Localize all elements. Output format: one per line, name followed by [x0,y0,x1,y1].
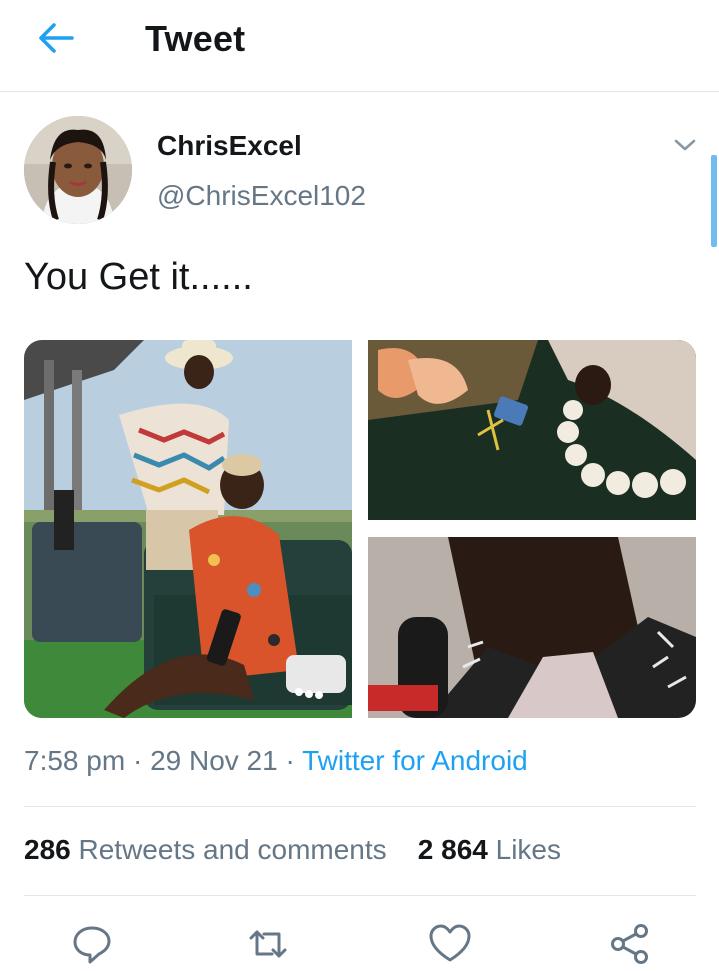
retweets-label: Retweets and comments [78,834,387,865]
retweets-count: 286 [24,834,71,865]
tweet-photo-1[interactable] [24,340,352,718]
chevron-down-icon [674,139,696,151]
retweets-stat[interactable]: 286 Retweets and comments [24,834,394,865]
tweet-photo-2[interactable] [368,340,696,520]
divider [24,806,696,807]
likes-stat[interactable]: 2 864 Likes [418,834,561,865]
tweet-source-link[interactable]: Twitter for Android [302,745,528,776]
reply-icon [73,926,111,964]
reply-button[interactable] [70,922,114,966]
divider [24,895,696,896]
retweet-button[interactable] [246,922,290,966]
likes-label: Likes [495,834,561,865]
tweet-meta: 7:58 pm · 29 Nov 21 · Twitter for Androi… [24,745,528,777]
back-button[interactable] [32,18,80,58]
avatar[interactable] [24,116,132,224]
more-options-button[interactable] [672,134,698,156]
tweet-photo-3[interactable] [368,537,696,718]
page-title: Tweet [145,18,246,59]
author-handle[interactable]: @ChrisExcel102 [157,180,366,212]
app-header: Tweet [0,0,719,92]
scrollbar[interactable] [711,155,717,247]
retweet-icon [249,930,287,958]
meta-separator: · [285,745,295,776]
likes-count: 2 864 [417,834,488,865]
share-button[interactable] [608,922,652,966]
tweet-stats: 286 Retweets and comments 2 864 Likes [24,834,561,866]
arrow-left-icon [39,23,74,53]
tweet-date: 29 Nov 21 [150,745,278,776]
tweet-text: You Get it...... [24,256,253,298]
tweet-time: 7:58 pm [24,745,126,776]
media-grid [24,340,696,718]
share-icon [611,924,648,964]
meta-separator: · [132,745,143,776]
author-name[interactable]: ChrisExcel [157,130,302,162]
like-icon [429,924,471,962]
like-button[interactable] [428,922,472,966]
